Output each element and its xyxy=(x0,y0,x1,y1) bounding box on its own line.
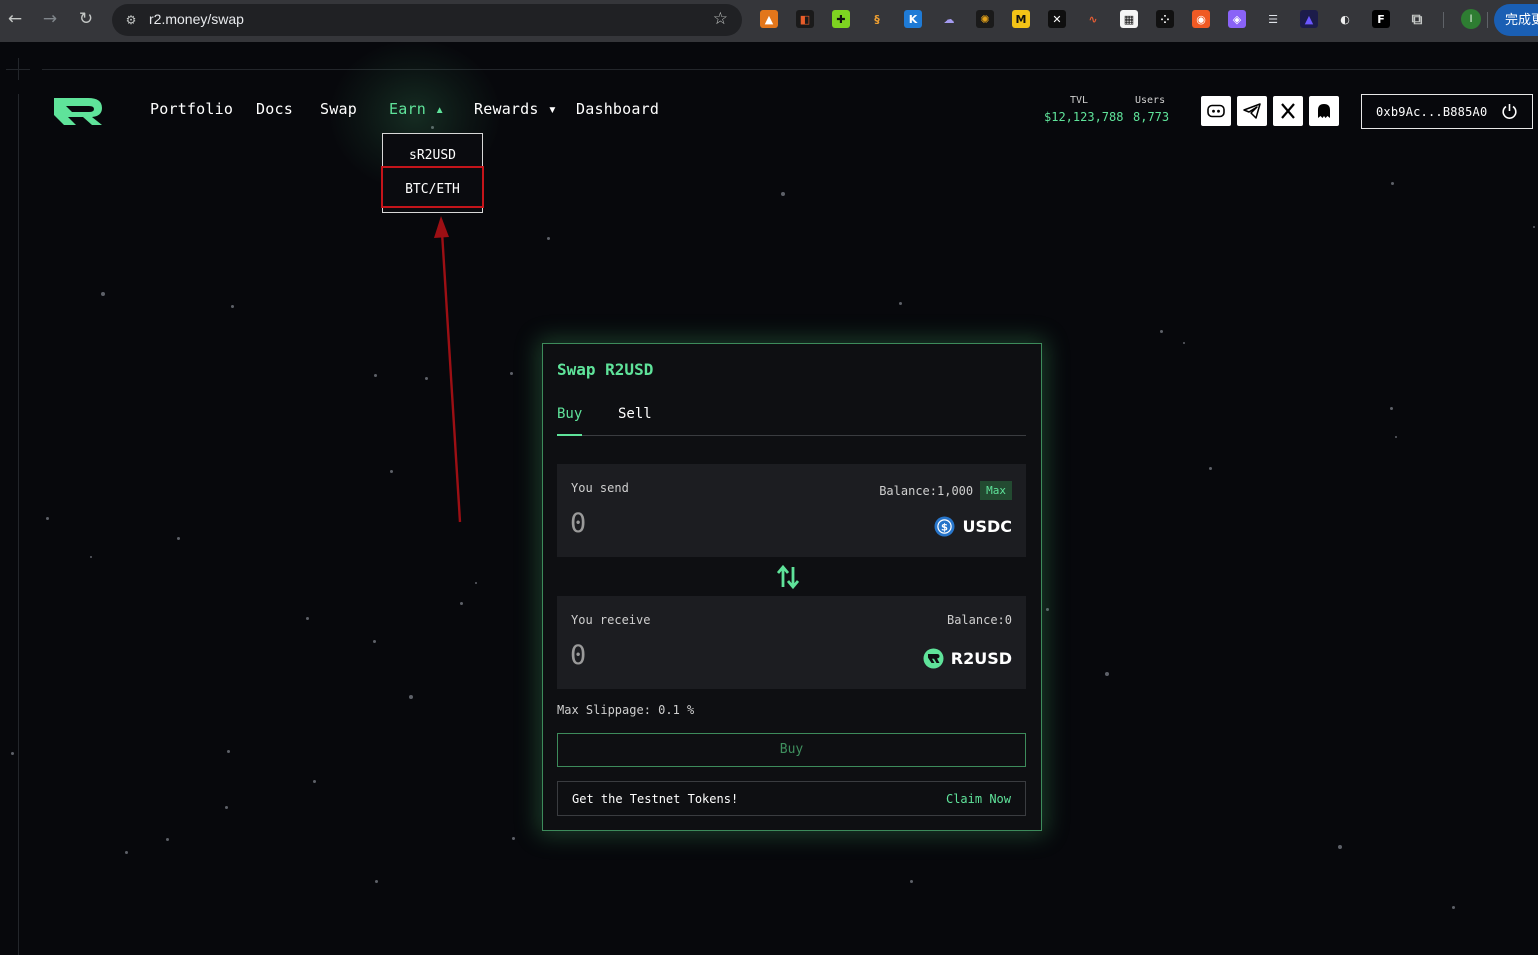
browser-toolbar: ← → ↻ ⚙ r2.money/swap ☆ ▲ ◧ ✚ § K ☁ ✺ M … xyxy=(0,0,1538,42)
testnet-faucet-banner: Get the Testnet Tokens! Claim Now xyxy=(557,781,1026,816)
site-info-icon[interactable]: ⚙ xyxy=(122,11,140,29)
receive-panel: You receive Balance:0 0 R2USD xyxy=(557,596,1026,689)
receive-token-symbol: R2USD xyxy=(950,649,1012,668)
nav-swap[interactable]: Swap xyxy=(320,100,357,118)
nav-dashboard[interactable]: Dashboard xyxy=(576,100,659,118)
users-value: 8,773 xyxy=(1133,110,1170,124)
svg-text:$: $ xyxy=(941,522,948,533)
update-button[interactable]: 完成更新 xyxy=(1494,4,1538,36)
ghost-social-icon[interactable] xyxy=(1309,96,1339,126)
nav-docs[interactable]: Docs xyxy=(256,100,293,118)
profile-avatar[interactable]: I xyxy=(1461,9,1481,29)
extensions-puzzle-icon[interactable]: ⧉ xyxy=(1408,10,1426,28)
dropdown-item-sr2usd[interactable]: sR2USD xyxy=(383,148,482,163)
r2-logo[interactable] xyxy=(52,95,106,127)
annotation-highlight-box xyxy=(381,166,484,208)
extension-icon-16[interactable]: ▲ xyxy=(1300,10,1318,28)
ghost-extension-icon[interactable]: ☁ xyxy=(940,10,958,28)
extension-icon-4[interactable]: § xyxy=(868,10,886,28)
r2usd-icon xyxy=(923,648,944,669)
receive-balance: Balance:0 xyxy=(946,613,1012,627)
tab-buy[interactable]: Buy xyxy=(557,406,582,422)
tabs-divider xyxy=(557,435,1026,436)
swap-card: Swap R2USD Buy Sell You send Balance:1,0… xyxy=(542,343,1042,831)
frame-line-horizontal xyxy=(42,69,1538,70)
bookmark-star-icon[interactable]: ☆ xyxy=(713,9,728,29)
toolbar-divider xyxy=(1443,12,1444,28)
power-icon[interactable] xyxy=(1501,103,1518,120)
buy-button[interactable]: Buy xyxy=(557,733,1026,767)
address-bar[interactable]: ⚙ r2.money/swap ☆ xyxy=(112,4,742,36)
frame-line-vertical xyxy=(18,94,19,955)
send-label: You send xyxy=(571,481,629,495)
extension-icon-14[interactable]: ◈ xyxy=(1228,10,1246,28)
tvl-label: TVL xyxy=(1070,95,1089,106)
discord-icon[interactable] xyxy=(1201,96,1231,126)
extension-icon-11[interactable]: ▦ xyxy=(1120,10,1138,28)
claim-now-link[interactable]: Claim Now xyxy=(946,792,1011,806)
extension-icon-2[interactable]: ◧ xyxy=(796,10,814,28)
send-panel: You send Balance:1,000 Max 0 $ USDC xyxy=(557,464,1026,557)
extension-icon-13[interactable]: ◉ xyxy=(1192,10,1210,28)
extension-icon-17[interactable]: ◐ xyxy=(1336,10,1354,28)
extension-icon-7[interactable]: ✺ xyxy=(976,10,994,28)
tvl-value: $12,123,788 xyxy=(1044,110,1124,124)
send-amount-input[interactable]: 0 xyxy=(570,508,586,539)
swap-title: Swap R2USD xyxy=(557,360,654,379)
send-balance-row: Balance:1,000 Max xyxy=(879,481,1012,500)
send-balance: Balance:1,000 xyxy=(879,483,974,498)
address-url[interactable]: r2.money/swap xyxy=(149,11,244,27)
active-tab-indicator xyxy=(557,434,582,436)
send-token[interactable]: $ USDC xyxy=(934,516,1012,537)
extension-icon-18[interactable]: F xyxy=(1372,10,1390,28)
tab-sell[interactable]: Sell xyxy=(618,406,652,422)
swap-direction-icon[interactable] xyxy=(775,564,801,590)
forward-icon[interactable]: → xyxy=(39,8,61,30)
telegram-icon[interactable] xyxy=(1237,96,1267,126)
extension-icon-5[interactable]: K xyxy=(904,10,922,28)
frame-corner-tick-2 xyxy=(6,69,30,70)
receive-token[interactable]: R2USD xyxy=(923,648,1012,669)
reload-icon[interactable]: ↻ xyxy=(75,8,97,30)
receive-amount-output: 0 xyxy=(570,640,587,671)
max-slippage[interactable]: Max Slippage: 0.1 % xyxy=(557,703,694,717)
receive-label: You receive xyxy=(571,613,651,627)
send-token-symbol: USDC xyxy=(962,517,1012,536)
users-label: Users xyxy=(1135,95,1166,106)
toolbar-divider-2 xyxy=(1487,12,1488,28)
max-button[interactable]: Max xyxy=(980,481,1012,500)
metamask-extension-icon[interactable]: ▲ xyxy=(760,10,778,28)
x-twitter-icon[interactable] xyxy=(1273,96,1303,126)
extension-icon-12[interactable]: ⁘ xyxy=(1156,10,1174,28)
wallet-button[interactable]: 0xb9Ac...B885A0 xyxy=(1361,94,1533,129)
back-icon[interactable]: ← xyxy=(4,8,26,30)
faucet-text: Get the Testnet Tokens! xyxy=(572,792,739,806)
extension-icon-10[interactable]: ∿ xyxy=(1084,10,1102,28)
okx-extension-icon[interactable]: ✕ xyxy=(1048,10,1066,28)
usdc-icon: $ xyxy=(934,516,955,537)
extension-icon-3[interactable]: ✚ xyxy=(832,10,850,28)
extension-icon-15[interactable]: ☰ xyxy=(1264,10,1282,28)
receive-balance-row: Balance:0 xyxy=(947,613,1012,627)
nav-earn[interactable]: Earn ▴ xyxy=(389,100,444,118)
extension-icon-8[interactable]: M xyxy=(1012,10,1030,28)
nav-rewards[interactable]: Rewards ▾ xyxy=(474,100,557,118)
wallet-address: 0xb9Ac...B885A0 xyxy=(1376,104,1488,119)
nav-portfolio[interactable]: Portfolio xyxy=(150,100,233,118)
